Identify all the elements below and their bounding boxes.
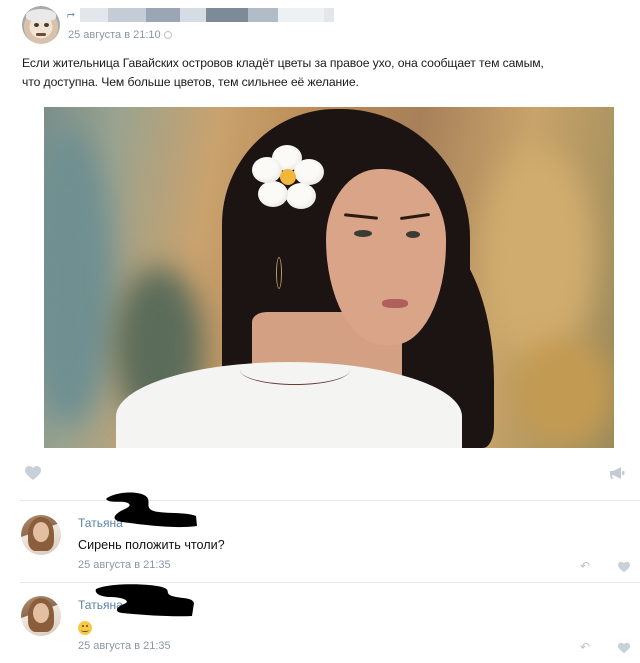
redaction-block	[180, 8, 206, 22]
megaphone-icon[interactable]	[609, 466, 625, 480]
avatar-face	[33, 522, 49, 542]
post-photo[interactable]	[44, 107, 614, 448]
flower-center	[280, 169, 296, 185]
repost-icon: ⮣	[67, 9, 75, 20]
comment-author-avatar[interactable]	[21, 596, 61, 636]
avatar-face	[33, 603, 49, 623]
post-author-avatar[interactable]	[22, 6, 60, 44]
heart-icon[interactable]	[617, 561, 631, 573]
comment-date[interactable]: 25 августа в 21:35	[78, 559, 171, 571]
post-author-name-redacted[interactable]	[80, 8, 334, 22]
heart-icon[interactable]	[617, 642, 631, 654]
photo-eye	[354, 230, 372, 237]
photo-background-blur	[514, 337, 614, 447]
flower-petal	[294, 159, 324, 185]
author-name-redaction	[106, 492, 197, 528]
photo-necklace	[240, 355, 350, 385]
avatar-eye-left	[34, 23, 39, 27]
redaction-block	[80, 8, 108, 22]
post-date-text[interactable]: 25 августа в 21:10	[68, 29, 161, 41]
flower-petal	[252, 157, 282, 183]
post-text-line: Если жительница Гавайских островов кладё…	[22, 56, 544, 70]
photo-eye	[406, 231, 420, 238]
comment-author-avatar[interactable]	[21, 515, 61, 555]
comment-date[interactable]: 25 августа в 21:35	[78, 640, 171, 652]
settings-icon[interactable]	[163, 30, 172, 39]
flower-petal	[258, 181, 288, 207]
flower-petal	[286, 183, 316, 209]
post-text: Если жительница Гавайских островов кладё…	[22, 54, 638, 92]
photo-lips	[382, 299, 408, 308]
avatar-hair	[26, 9, 56, 21]
post-text-line: что доступна. Чем больше цветов, тем сил…	[22, 75, 359, 89]
redaction-block	[248, 8, 278, 22]
reply-icon[interactable]: ↶	[580, 640, 590, 654]
redaction-block	[324, 8, 334, 22]
comment-text: Сирень положить чтоли?	[78, 538, 225, 552]
author-name-redaction	[95, 584, 194, 617]
avatar-mouth	[36, 33, 46, 36]
photo-background-blur	[484, 147, 594, 367]
photo-earring	[276, 257, 282, 289]
redaction-block	[278, 8, 324, 22]
avatar-eye-right	[44, 23, 49, 27]
heart-icon[interactable]	[24, 465, 42, 481]
redaction-block	[108, 8, 146, 22]
photo-background-blur	[44, 127, 114, 427]
emoji-icon	[78, 621, 92, 635]
redaction-block	[206, 8, 248, 22]
post-date[interactable]: 25 августа в 21:10	[68, 29, 172, 41]
redaction-block	[146, 8, 180, 22]
flower-icon	[252, 143, 324, 213]
reply-icon[interactable]: ↶	[580, 559, 590, 573]
